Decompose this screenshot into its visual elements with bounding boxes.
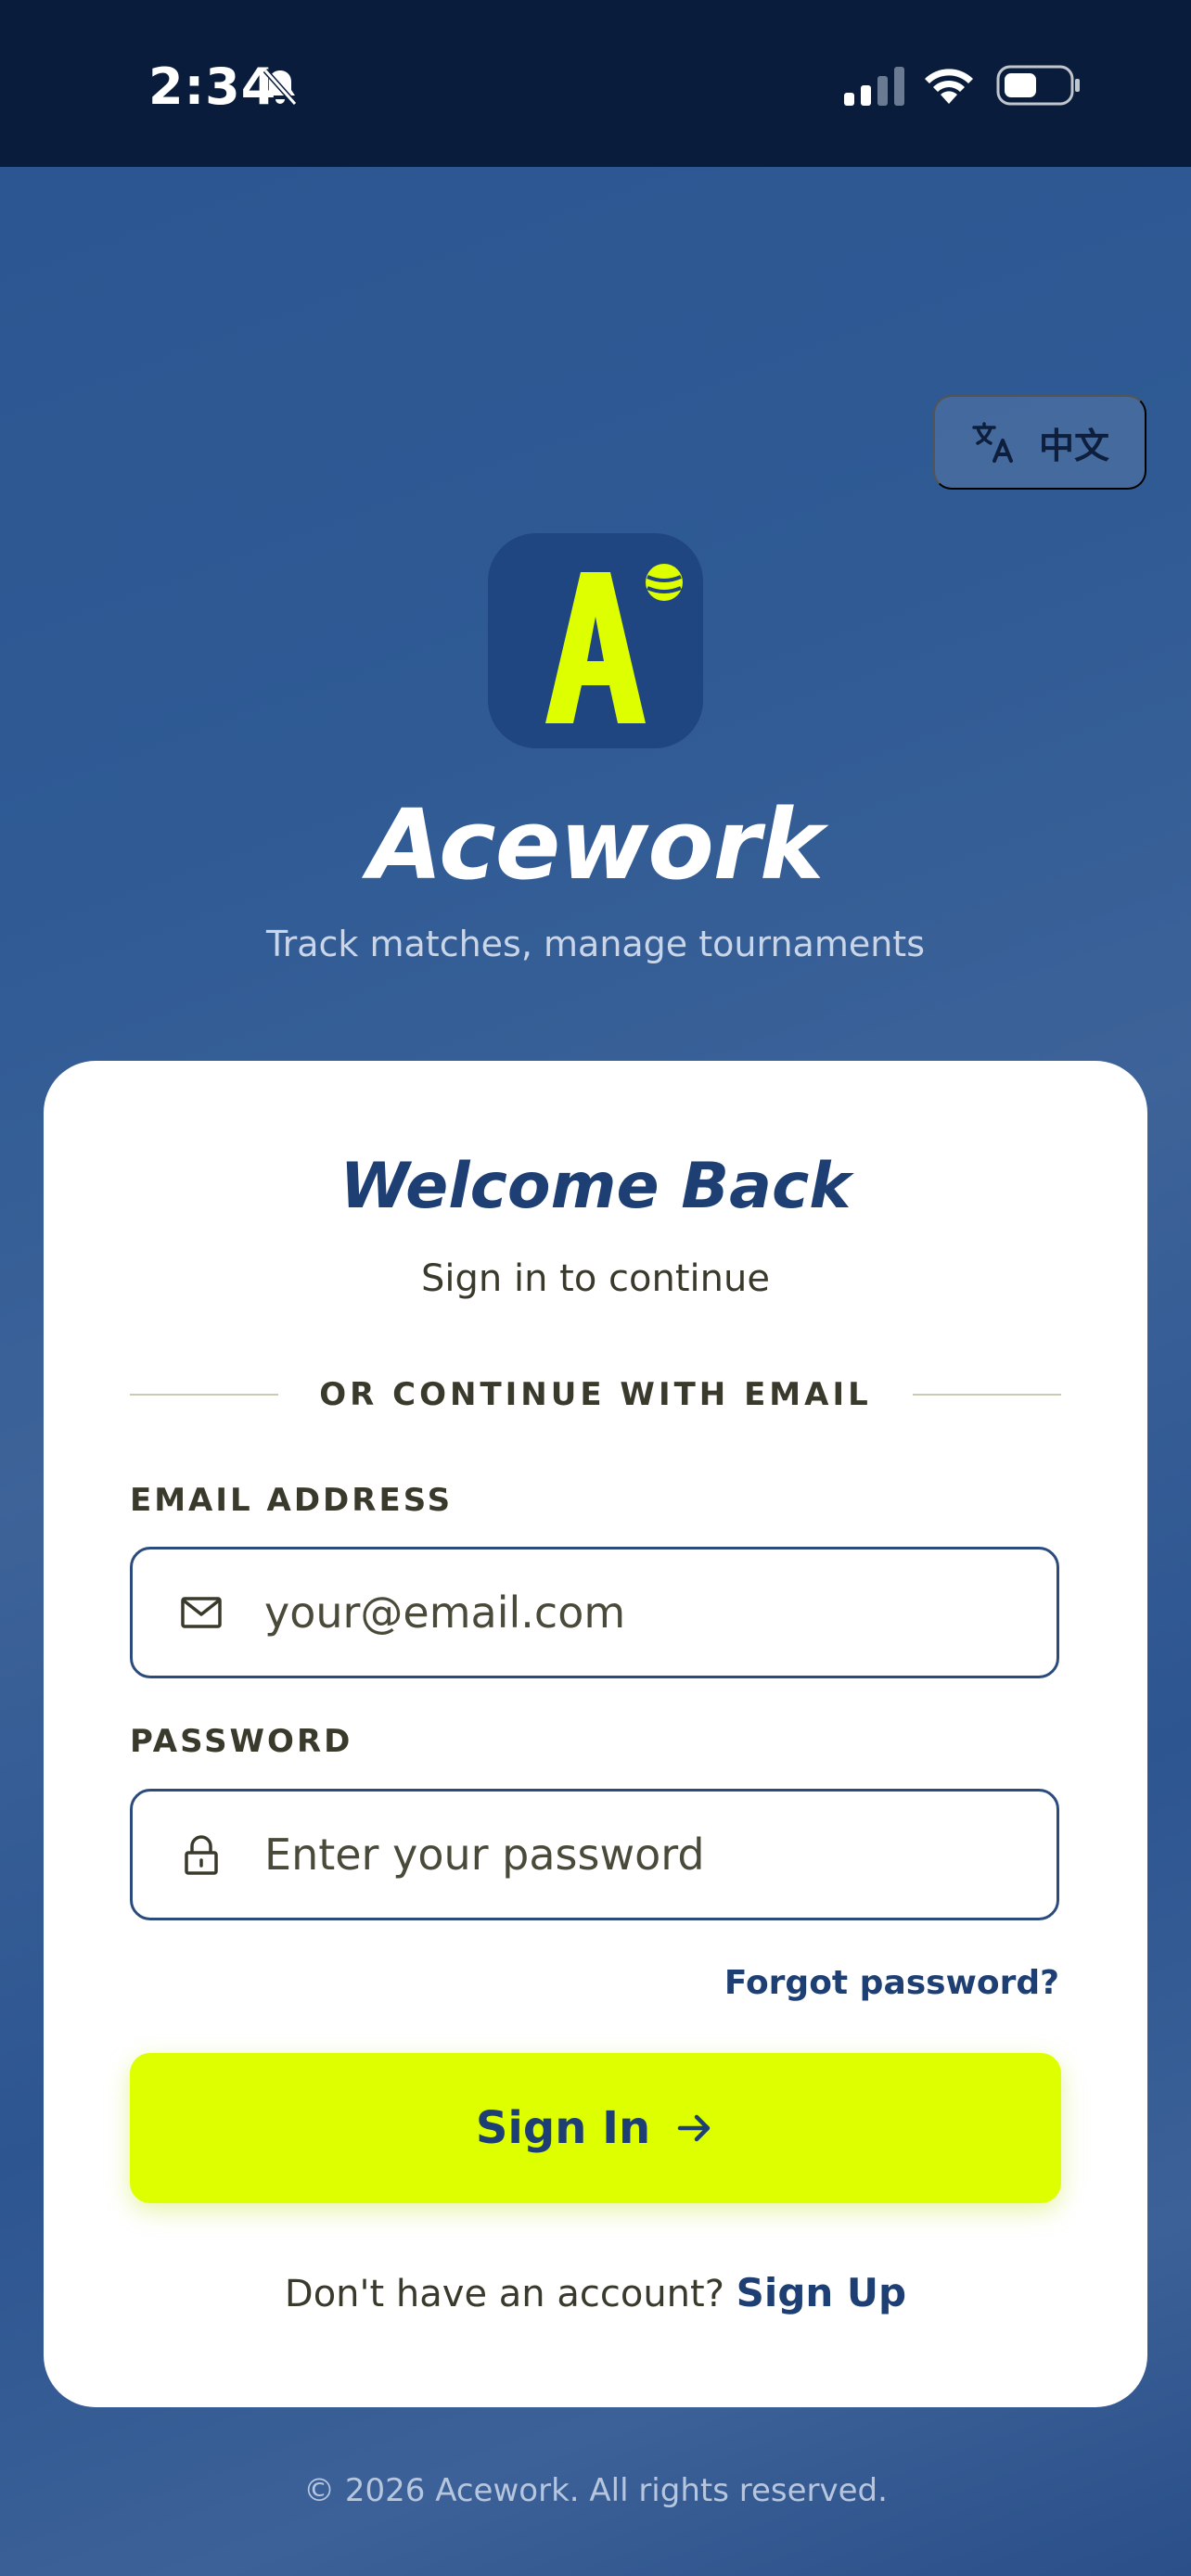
signal-icon <box>844 67 904 106</box>
footer-copyright: © 2026 Acework. All rights reserved. <box>303 2472 888 2509</box>
status-bar: 2:34 <box>0 0 1191 167</box>
mail-icon <box>181 1597 222 1628</box>
card-title: Welcome Back <box>339 1150 852 1223</box>
divider: OR CONTINUE WITH EMAIL <box>130 1374 1061 1415</box>
app-name: Acework <box>367 788 824 901</box>
language-toggle-button[interactable]: 中文 <box>933 395 1146 490</box>
language-label: 中文 <box>1038 427 1109 466</box>
tagline: Track matches, manage tournaments <box>265 924 925 964</box>
sign-up-link[interactable]: Sign Up <box>736 2270 906 2315</box>
email-field-wrapper[interactable] <box>130 1547 1059 1678</box>
wifi-icon <box>925 69 973 104</box>
email-label: EMAIL ADDRESS <box>130 1482 454 1519</box>
bell-slash-icon <box>263 69 298 106</box>
login-screen: 2:34 中文 Acework Track matches, manage to… <box>0 0 1191 2576</box>
sign-in-label: Sign In <box>475 2102 651 2154</box>
divider-text: OR CONTINUE WITH EMAIL <box>319 1376 872 1413</box>
translate-icon <box>972 422 1013 463</box>
forgot-password-link[interactable]: Forgot password? <box>724 1964 1059 2002</box>
battery-icon <box>996 65 1080 106</box>
divider-line-left <box>130 1394 279 1396</box>
app-logo <box>488 533 703 748</box>
arrow-right-icon <box>677 2114 711 2142</box>
signup-row: Don't have an account? Sign Up <box>0 2270 1191 2315</box>
card-subtitle: Sign in to continue <box>421 1257 770 1300</box>
divider-line-right <box>912 1394 1061 1396</box>
password-label: PASSWORD <box>130 1723 353 1760</box>
password-field-wrapper[interactable] <box>130 1789 1059 1920</box>
signup-prompt: Don't have an account? <box>284 2273 736 2315</box>
sign-in-button[interactable]: Sign In <box>130 2053 1061 2203</box>
email-input[interactable] <box>264 1588 969 1638</box>
lock-icon <box>185 1835 218 1875</box>
password-input[interactable] <box>264 1830 969 1880</box>
